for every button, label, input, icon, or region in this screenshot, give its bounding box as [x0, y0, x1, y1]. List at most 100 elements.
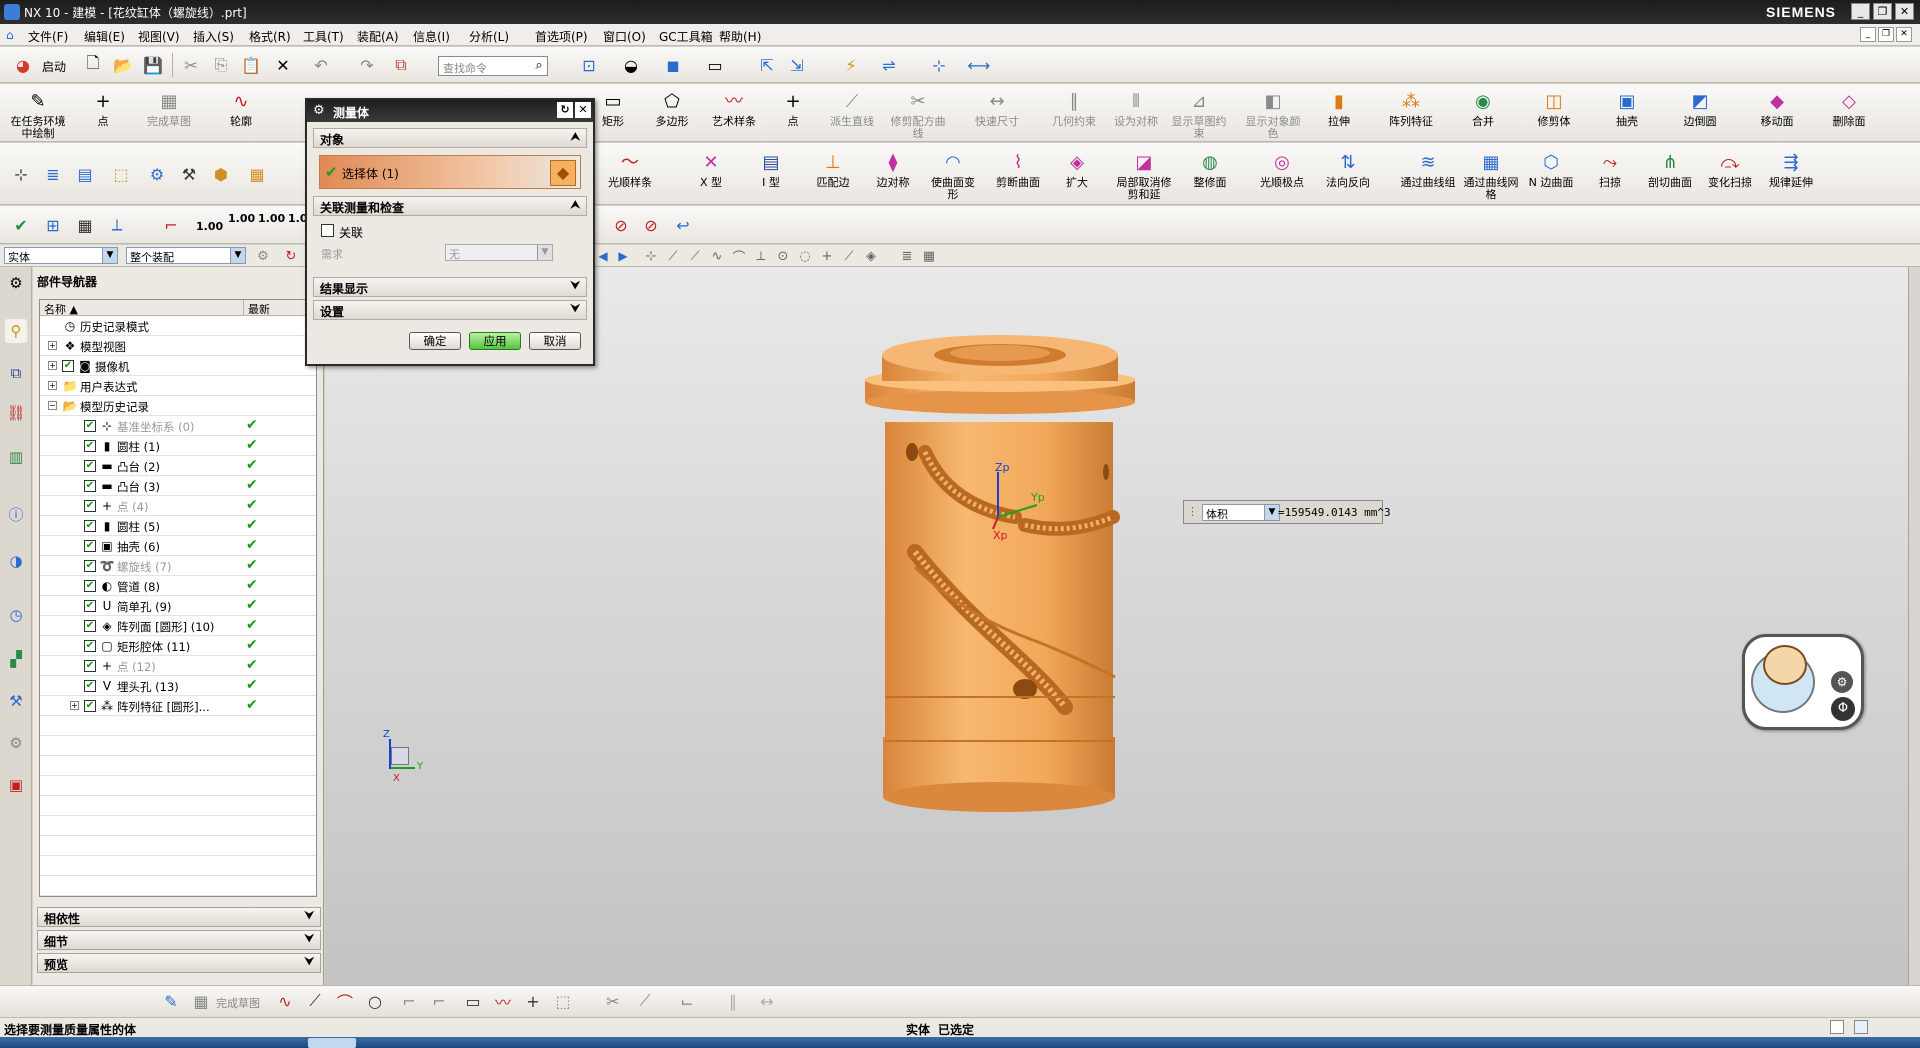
i-form-button[interactable]: ▤ I 型 — [746, 151, 796, 189]
circle-icon[interactable]: ○ — [364, 990, 386, 1012]
reverse-normal-button[interactable]: ⇅ 法向反向 — [1320, 151, 1376, 189]
tree-row[interactable]: + 📁 用户表达式 — [40, 376, 316, 396]
menu-assemblies[interactable]: 装配(A) — [357, 28, 399, 45]
visibility-checkbox[interactable]: ✔ — [84, 600, 96, 612]
break-icon[interactable]: ⊘ — [640, 214, 662, 236]
tree-row[interactable]: ✔ ⊹ 基准坐标系 (0) ✔ — [40, 416, 316, 436]
visibility-checkbox[interactable]: ✔ — [84, 500, 96, 512]
selection-list-icon[interactable]: ≣ — [896, 245, 918, 267]
trim-body-button[interactable]: ◫ 修剪体 — [1526, 90, 1582, 128]
tree-row[interactable]: ✔ ➰ 螺旋线 (7) ✔ — [40, 556, 316, 576]
web-browser-tab-icon[interactable]: ⓘ — [5, 503, 27, 527]
save-icon[interactable]: 💾 — [142, 54, 164, 76]
dialog-title-bar[interactable]: ⚙ 测量体 ↻ ✕ — [307, 100, 593, 122]
unite-button[interactable]: ◉ 合并 — [1456, 90, 1510, 128]
panel-details[interactable]: 细节 ⮟ — [37, 930, 321, 950]
visibility-checkbox[interactable]: ✔ — [84, 540, 96, 552]
tree-row[interactable]: − 📂 模型历史记录 — [40, 396, 316, 416]
finish-sketch-icon[interactable]: ▦ — [190, 990, 212, 1012]
cut-icon[interactable]: ✂ — [180, 54, 202, 76]
visibility-checkbox[interactable]: ✔ — [84, 420, 96, 432]
snap-endpoint-icon[interactable]: ⊹ — [640, 245, 662, 267]
dialog-close-icon[interactable]: ✕ — [575, 102, 591, 118]
close-button[interactable]: ✕ — [1895, 3, 1914, 20]
snap-face-icon[interactable]: ◈ — [860, 245, 882, 267]
line-icon[interactable]: ⟋ — [304, 990, 326, 1012]
visibility-checkbox[interactable]: ✔ — [84, 560, 96, 572]
tree-row[interactable]: ✔ ▮ 圆柱 (5) ✔ — [40, 516, 316, 536]
rapid-dimension-button[interactable]: ↔ 快速尺寸 — [964, 90, 1030, 128]
menu-file[interactable]: 文件(F) — [28, 28, 68, 45]
geometric-constraint-button[interactable]: ∥ 几何约束 — [1044, 90, 1104, 128]
assembly-icon[interactable]: ⚙ — [146, 163, 168, 185]
mdi-minimize-button[interactable]: _ — [1860, 27, 1876, 42]
derived-line-button[interactable]: ⟋ 派生直线 — [822, 90, 882, 128]
visibility-checkbox[interactable]: ✔ — [84, 700, 96, 712]
background-icon[interactable]: ▭ — [704, 54, 726, 76]
new-file-icon[interactable]: 🗋 — [82, 53, 104, 76]
return-arrow-icon[interactable]: ↩ — [672, 214, 694, 236]
menu-edit[interactable]: 编辑(E) — [84, 28, 125, 45]
open-folder-icon[interactable]: 📂 — [112, 54, 134, 76]
component-icon[interactable]: ⬢ — [210, 163, 232, 185]
manufacturing-tab-icon[interactable]: ⚙ — [5, 731, 27, 755]
expand-icon[interactable]: + — [48, 381, 57, 390]
spline-icon[interactable]: 〰 — [492, 990, 514, 1012]
menu-tools[interactable]: 工具(T) — [303, 28, 344, 45]
history-tab-icon[interactable]: ◑ — [5, 549, 27, 573]
wcs-icon[interactable]: ⊹ — [928, 54, 950, 76]
select-body-field[interactable]: ✔ 选择体 (1) ◆ — [319, 155, 581, 189]
snap-point-icon[interactable]: ⊹ — [10, 163, 32, 185]
select-filter-icon[interactable]: ⚡ — [840, 54, 862, 76]
assistant-phi-icon[interactable]: Φ — [1831, 697, 1855, 721]
associative-checkbox[interactable] — [321, 224, 334, 237]
tree-row[interactable]: ✔ ▬ 凸台 (3) ✔ — [40, 476, 316, 496]
copy-icon[interactable]: ⎘ — [210, 54, 232, 76]
object-color-button[interactable]: ◧ 显示对象颜色 — [1242, 90, 1304, 140]
undo-icon[interactable]: ↶ — [310, 54, 332, 76]
snap-line-icon[interactable]: ⟋ — [662, 245, 684, 267]
paste-icon[interactable]: 📋 — [240, 54, 262, 76]
snap-arc-icon[interactable]: ⌒ — [728, 245, 750, 267]
tree-row[interactable]: ✔ ▮ 圆柱 (1) ✔ — [40, 436, 316, 456]
visibility-checkbox[interactable]: ✔ — [84, 440, 96, 452]
tree-row[interactable]: + ❖ 模型视图 — [40, 336, 316, 356]
tag-icon[interactable]: ⬚ — [110, 163, 132, 185]
tree-row[interactable]: ✔ + 点 (12) ✔ — [40, 656, 316, 676]
studio-spline-button[interactable]: 〰艺术样条 — [704, 90, 764, 128]
fit-view-icon[interactable]: ⊡ — [578, 54, 600, 76]
status-layout-icon[interactable] — [1854, 1020, 1868, 1034]
expand-icon[interactable]: + — [70, 701, 79, 710]
show-hide-icon[interactable]: ⇌ — [878, 54, 900, 76]
clock-tab-icon[interactable]: ◷ — [5, 603, 27, 627]
sketch-icon[interactable]: ✎ — [160, 990, 182, 1012]
app-menu-icon[interactable]: ⌂ — [6, 28, 14, 42]
show-constraint-button[interactable]: ⊿ 显示草图约束 — [1168, 90, 1230, 140]
menu-view[interactable]: 视图(V) — [138, 28, 180, 45]
swept-button[interactable]: ⤳ 扫掠 — [1588, 151, 1632, 189]
assistant-mascot-widget[interactable]: ⚙ Φ — [1742, 634, 1864, 730]
assistant-settings-icon[interactable]: ⚙ — [1831, 671, 1853, 693]
dimension-icon[interactable]: ↔ — [756, 990, 778, 1012]
section-settings[interactable]: 设置 ⮟ — [313, 300, 587, 320]
mdi-close-button[interactable]: ✕ — [1896, 27, 1912, 42]
menu-gc-toolkit[interactable]: GC工具箱 — [659, 28, 713, 45]
menu-window[interactable]: 窗口(O) — [603, 28, 646, 45]
tree-row[interactable]: ✔ + 点 (4) ✔ — [40, 496, 316, 516]
expand-icon[interactable]: + — [48, 361, 57, 370]
reset-filter-icon[interactable]: ↻ — [280, 245, 302, 267]
finish-sketch-button[interactable]: ▦ 完成草图 — [140, 90, 198, 128]
rectangle-icon[interactable]: ▭ — [462, 990, 484, 1012]
panel-dependencies[interactable]: 相依性 ⮟ — [37, 907, 321, 927]
dim-value-2[interactable]: 1.00 — [228, 212, 255, 225]
offset-icon[interactable]: ⬚ — [552, 990, 574, 1012]
snap-intersection-icon[interactable]: ⟂ — [750, 245, 772, 267]
visibility-checkbox[interactable]: ✔ — [84, 640, 96, 652]
check-geometry-icon[interactable]: ✔ — [10, 214, 32, 236]
reset-icon[interactable]: ↻ — [557, 102, 573, 118]
visibility-checkbox[interactable]: ✔ — [62, 360, 74, 372]
section-associative-measure[interactable]: 关联测量和检查 ⮝ — [313, 196, 587, 216]
section-object[interactable]: 对象 ⮝ — [313, 128, 587, 148]
through-curves-button[interactable]: ≋ 通过曲线组 — [1400, 151, 1456, 189]
layer-icon[interactable]: ≣ — [42, 163, 64, 185]
